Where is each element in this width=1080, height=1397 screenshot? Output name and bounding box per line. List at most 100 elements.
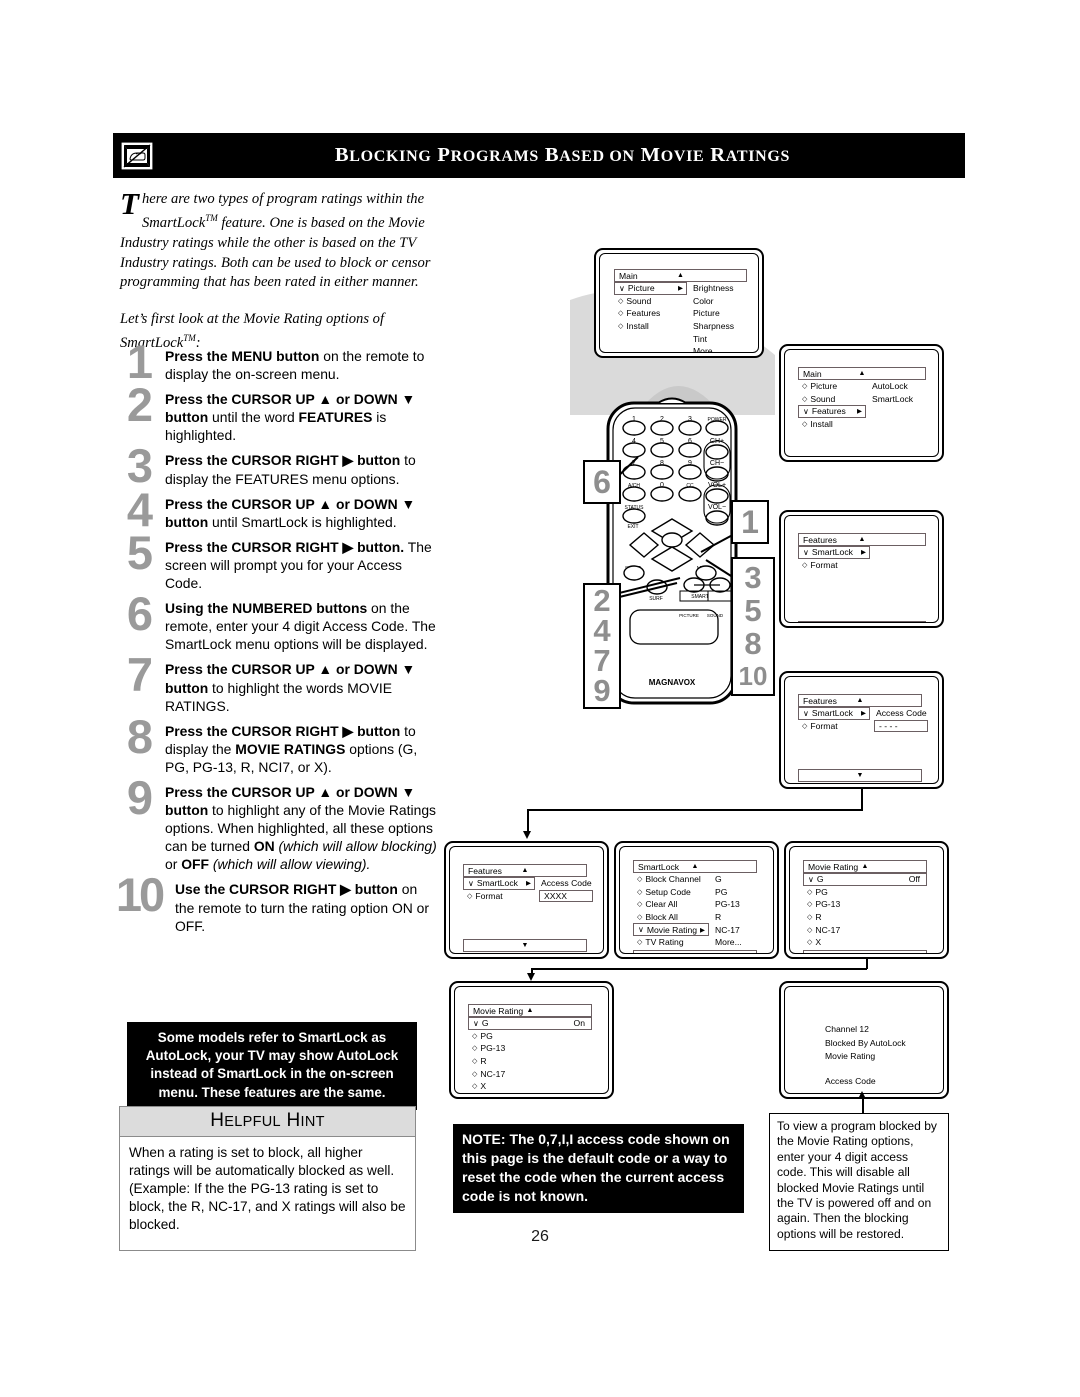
osd-row[interactable]: ◇ PG [468,1030,601,1043]
osd-row[interactable]: ◇ Setup Code [633,886,709,899]
step-5: 5 Press the CURSOR RIGHT ▶ button. The sc… [118,529,438,592]
osd-row[interactable]: ∨ Picture ▶ [614,282,687,295]
osd-row[interactable]: ◇ Sound [798,393,866,406]
osd-submenu-item[interactable]: Sharpness [687,320,747,333]
diamond-icon: ◇ [472,1070,478,1078]
diamond-icon: ◇ [637,888,643,896]
osd-row-label: SmartLock [476,878,518,889]
osd-submenu-item: PG-13 [715,899,740,910]
osd-row[interactable]: ◇ PG [803,886,936,899]
access-code-field[interactable]: - - - - [874,719,928,733]
osd-submenu-item[interactable]: AutoLock [866,380,924,393]
osd-row[interactable]: ◇ PG-13 [803,898,936,911]
osd-submenu-item: R [715,912,722,923]
step-text: Press the CURSOR UP ▲ or DOWN ▼ button u… [165,391,416,444]
osd-submenu-item[interactable]: Picture [687,307,747,320]
osd-row-label: X [480,1081,487,1092]
rating-value[interactable]: On [574,1018,585,1028]
diamond-icon: ◇ [618,323,624,331]
manual-page: BLOCKING PROGRAMS BASED ON MOVIE RATINGS… [0,0,1080,1397]
osd-row[interactable]: ∨ Movie Rating ▶ [633,923,709,936]
osd-row[interactable]: ◇ Install [798,418,866,431]
step-text: Press the CURSOR RIGHT ▶ button. The scr… [165,538,432,592]
check-icon: ∨ [803,406,809,416]
scroll-down-bar[interactable]: ▼ [803,949,927,953]
connector-line [862,1099,864,1113]
intro-paragraph-1: There are two types of program ratings w… [120,186,432,293]
diamond-icon: ◇ [807,914,813,922]
osd-row[interactable]: ∨ Features ▶ [798,405,866,418]
scroll-up-icon: ▲ [858,370,866,377]
step-1: 1 Press the MENU button on the remote to … [118,338,438,385]
blocked-access-code-value[interactable]: - - - - [825,1088,943,1093]
osd-submenu-item[interactable]: Brightness [687,282,747,295]
step-9: 9 Press the CURSOR UP ▲ or DOWN ▼ button … [118,774,438,873]
scroll-down-bar[interactable]: ▼ [798,621,926,622]
osd-row[interactable]: ◇ Format [798,559,926,572]
osd-submenu-item[interactable]: Tint [687,332,747,345]
osd-row[interactable]: ∨ G Off [803,873,936,886]
osd-row-label: Clear All [645,899,678,910]
chevron-right-icon: ▶ [700,926,705,934]
osd-title-text: Features [468,865,502,876]
rating-value[interactable]: Off [909,874,920,884]
access-code-field[interactable]: XXXX [539,889,593,903]
scroll-down-bar[interactable]: ▼ [463,939,587,953]
callout-label: 7 [593,643,611,678]
diamond-icon: ◇ [472,1058,478,1066]
osd-row[interactable]: ◇ Install [614,320,687,333]
blocked-line-3: Movie Rating [825,1051,876,1061]
osd-row[interactable]: ◇ NC-17 [468,1067,601,1080]
osd-row[interactable]: ◇ Features [614,307,687,320]
osd-row[interactable]: ◇ X [468,1080,601,1093]
screen-movie-rating-off: Movie Rating ▲ ∨ G Off ◇ PG ◇ PG-13 ◇ R ◇ NC-1… [784,841,949,959]
osd-row[interactable]: ◇ Block Channel [633,873,709,886]
osd-submenu-item[interactable]: SmartLock [866,393,924,406]
osd-row-label: G [816,874,824,885]
osd-row[interactable]: ◇ NC-17 [803,923,936,936]
osd-row[interactable]: ◇ Clear All [633,898,709,911]
osd-row[interactable]: ◇ R [803,911,936,924]
blocked-line-2: Blocked By AutoLock [825,1037,906,1048]
step-2: 2 Press the CURSOR UP ▲ or DOWN ▼ button … [118,381,438,444]
osd-row-label: Features [626,308,661,319]
callout-6: 6 [583,460,621,504]
diamond-icon: ◇ [807,901,813,909]
osd-row[interactable]: ◇ X [803,936,936,949]
callout-label: 10 [738,660,768,691]
osd-row[interactable]: ◇ Picture [798,380,866,393]
scroll-up-icon: ▲ [677,272,684,279]
osd-row[interactable]: ◇ Format [463,890,535,903]
osd-submenu-item[interactable]: More... [687,345,747,352]
osd-row[interactable]: ∨ SmartLock ▶ [798,707,870,720]
osd-row[interactable]: ◇ Block All [633,911,709,924]
osd-row-label: X [815,937,822,948]
osd-row[interactable]: ∨ G On [468,1017,601,1030]
step-text: Press the CURSOR UP ▲ or DOWN ▼ button u… [165,495,416,530]
osd-row[interactable]: ◇ PG-13 [468,1042,601,1055]
osd-row-label: Picture [810,381,838,392]
osd-row[interactable]: ◇ TV Rating [633,936,709,949]
osd-row[interactable]: ∨ SmartLock ▶ [463,877,535,890]
osd-row[interactable]: ◇ Sound [614,295,687,308]
scroll-down-bar[interactable]: ▼ [798,456,926,457]
diamond-icon: ◇ [807,888,813,896]
page-header: BLOCKING PROGRAMS BASED ON MOVIE RATINGS [113,133,965,178]
step-8: 8 Press the CURSOR RIGHT ▶ button to disp… [118,713,438,776]
osd-title-text: Main [803,368,822,379]
osd-row[interactable]: ◇ R [468,1055,601,1068]
step-number: 10 [115,868,165,922]
osd-row[interactable]: ◇ Format [798,720,870,733]
instruction-steps: 1 Press the MENU button on the remote to … [116,338,438,942]
osd-row-label: Format [810,559,838,570]
arrow-up-icon [858,1091,866,1099]
osd-row[interactable]: ∨ SmartLock ▶ [798,546,926,559]
scroll-down-bar[interactable]: ▼ [633,949,757,953]
callout-label: 5 [744,592,762,628]
drop-cap: T [120,186,139,221]
step-number: 7 [126,648,154,702]
osd-row-label: NC-17 [480,1068,506,1079]
scroll-down-bar[interactable]: ▼ [798,769,922,783]
osd-submenu-item[interactable]: Color [687,295,747,308]
step-text: Press the CURSOR UP ▲ or DOWN ▼ button t… [165,661,416,714]
